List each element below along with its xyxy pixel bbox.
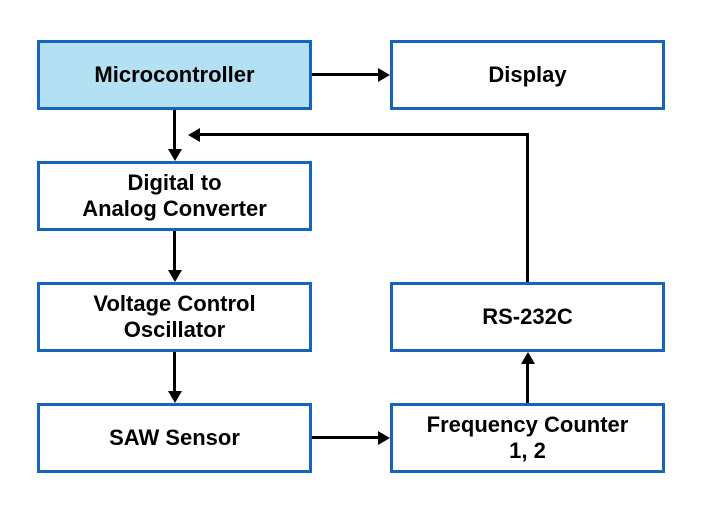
arrow-dac-vco	[173, 231, 176, 270]
dac-label: Digital to Analog Converter	[82, 170, 267, 223]
arrow-vco-saw-head	[168, 391, 182, 403]
saw-label: SAW Sensor	[109, 425, 240, 451]
freq-counter-block: Frequency Counter 1, 2	[390, 403, 665, 473]
arrow-vco-saw	[173, 352, 176, 391]
arrow-saw-fc-head	[378, 431, 390, 445]
rs232c-label: RS-232C	[482, 304, 572, 330]
arrow-mc-dac	[173, 110, 176, 149]
vco-block: Voltage Control Oscillator	[37, 282, 312, 352]
arrow-saw-fc	[312, 436, 378, 439]
arrow-fc-rs-head	[521, 352, 535, 364]
vco-label: Voltage Control Oscillator	[93, 291, 255, 344]
display-label: Display	[488, 62, 566, 88]
arrow-fc-rs	[526, 364, 529, 403]
freq-counter-label: Frequency Counter 1, 2	[427, 412, 629, 465]
arrow-mc-display-head	[378, 68, 390, 82]
arrow-mc-dac-head	[168, 149, 182, 161]
arrow-rs-mc-head	[188, 128, 200, 142]
rs232c-block: RS-232C	[390, 282, 665, 352]
arrow-rs-mc-v	[526, 133, 529, 282]
display-block: Display	[390, 40, 665, 110]
microcontroller-block: Microcontroller	[37, 40, 312, 110]
arrow-mc-display	[312, 73, 378, 76]
microcontroller-label: Microcontroller	[94, 62, 254, 88]
arrow-dac-vco-head	[168, 270, 182, 282]
dac-block: Digital to Analog Converter	[37, 161, 312, 231]
arrow-rs-mc-h	[200, 133, 529, 136]
saw-block: SAW Sensor	[37, 403, 312, 473]
